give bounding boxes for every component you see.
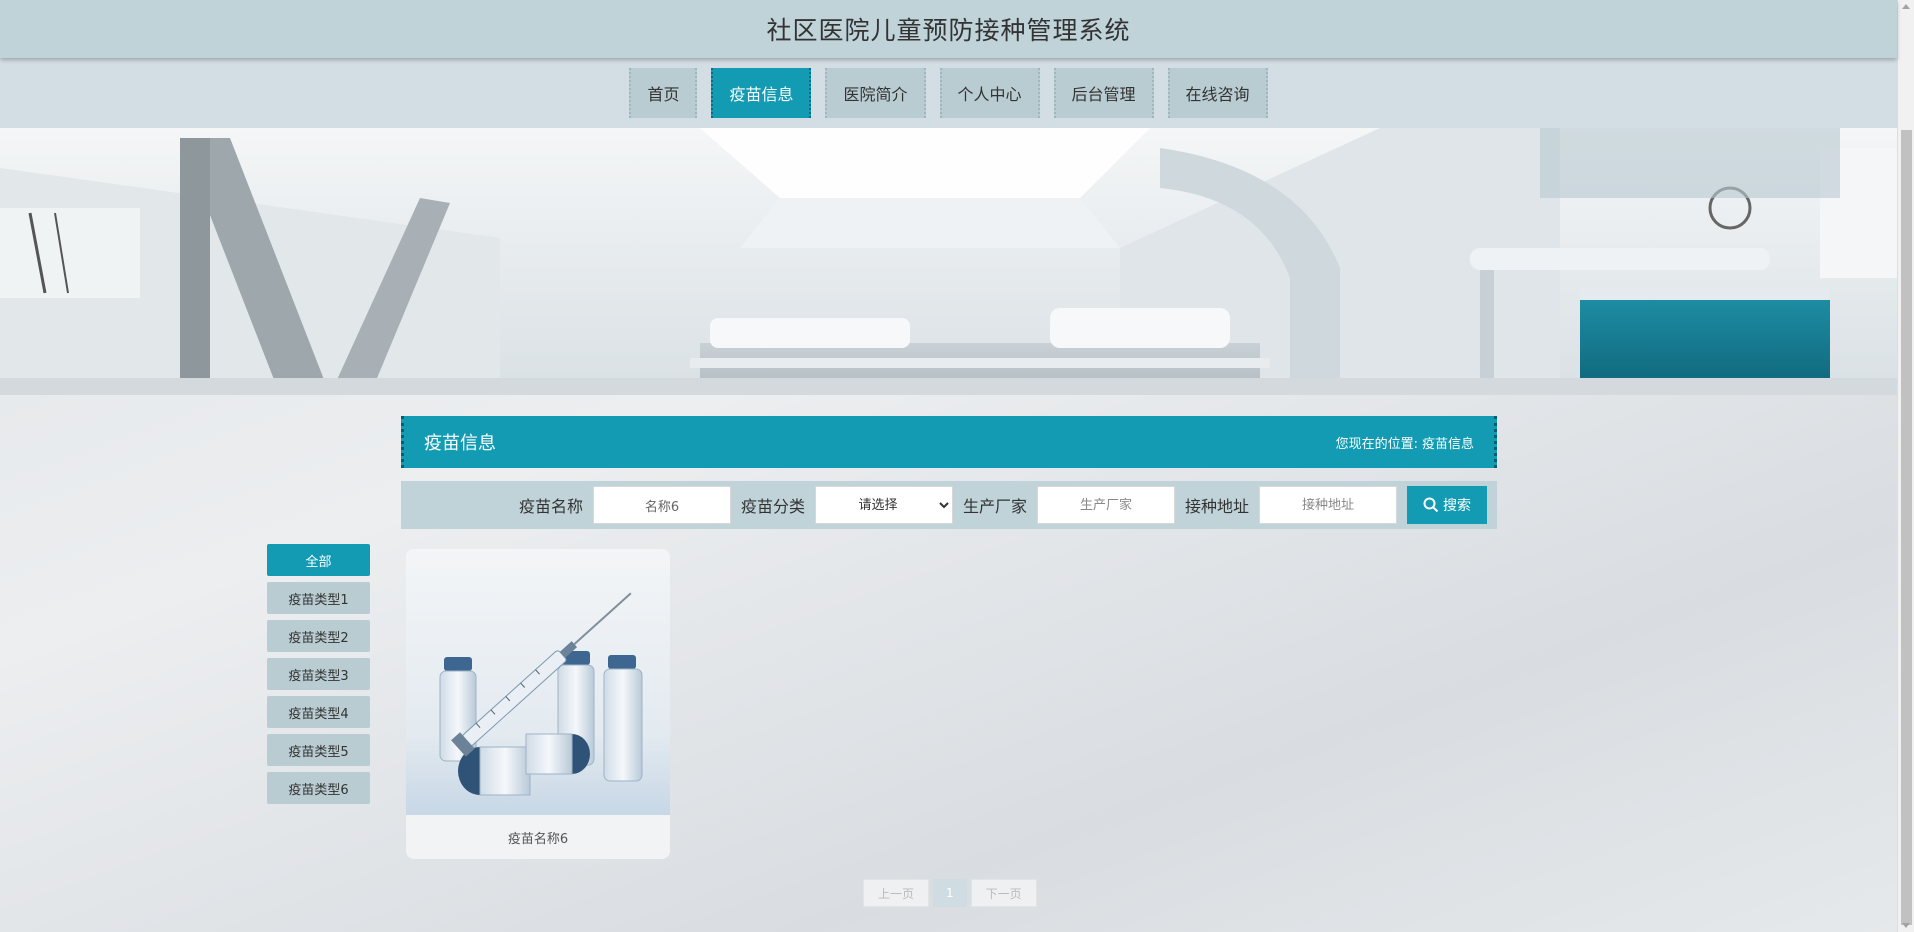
category-list: 全部 疫苗类型1 疫苗类型2 疫苗类型3 疫苗类型4 疫苗类型5 疫苗类型6 <box>267 544 370 804</box>
main-nav: 首页 疫苗信息 医院简介 个人中心 后台管理 在线咨询 <box>0 58 1897 128</box>
page-number-button[interactable]: 1 <box>933 879 967 907</box>
scroll-down-icon[interactable] <box>1902 923 1910 928</box>
vertical-scrollbar[interactable] <box>1897 0 1914 932</box>
vaccine-name-input[interactable] <box>592 486 731 524</box>
banner-image <box>0 128 1897 395</box>
address-label: 接种地址 <box>1184 497 1249 516</box>
prev-page-button[interactable]: 上一页 <box>863 879 930 907</box>
manufacturer-label: 生产厂家 <box>962 497 1027 516</box>
nav-item-vaccine-info[interactable]: 疫苗信息 <box>711 68 812 118</box>
vaccine-name-label: 疫苗名称 <box>518 497 583 516</box>
product-card[interactable]: 疫苗名称6 <box>406 549 670 859</box>
nav-item-online-consult[interactable]: 在线咨询 <box>1167 68 1268 118</box>
vaccine-category-select[interactable]: 请选择 <box>814 486 953 524</box>
search-button[interactable]: 搜索 <box>1407 486 1487 524</box>
product-name[interactable]: 疫苗名称6 <box>406 815 670 859</box>
operating-room-illustration <box>0 128 1897 395</box>
category-item-type4[interactable]: 疫苗类型4 <box>267 696 370 728</box>
section-title: 疫苗信息 <box>424 433 496 454</box>
breadcrumb: 您现在的位置: 疫苗信息 <box>1336 433 1474 452</box>
site-title: 社区医院儿童预防接种管理系统 <box>766 16 1131 45</box>
section-header: 疫苗信息 您现在的位置: 疫苗信息 <box>401 416 1497 468</box>
breadcrumb-current[interactable]: 疫苗信息 <box>1422 433 1474 452</box>
nav-item-hospital-intro[interactable]: 医院简介 <box>825 68 926 118</box>
vaccine-vials-syringe-image <box>406 549 670 815</box>
pagination: 上一页 1 下一页 <box>863 879 1037 907</box>
next-page-button[interactable]: 下一页 <box>970 879 1037 907</box>
vaccine-category-label: 疫苗分类 <box>740 497 805 516</box>
scroll-up-icon[interactable] <box>1902 4 1910 9</box>
scrollbar-thumb[interactable] <box>1901 130 1912 925</box>
nav-item-home[interactable]: 首页 <box>629 68 698 118</box>
search-bar: 疫苗名称 疫苗分类 请选择 生产厂家 接种地址 搜索 <box>401 481 1497 529</box>
site-header: 社区医院儿童预防接种管理系统 <box>0 0 1897 58</box>
nav-item-admin[interactable]: 后台管理 <box>1053 68 1154 118</box>
category-item-type1[interactable]: 疫苗类型1 <box>267 582 370 614</box>
nav-item-personal-center[interactable]: 个人中心 <box>939 68 1040 118</box>
category-item-type5[interactable]: 疫苗类型5 <box>267 734 370 766</box>
breadcrumb-prefix: 您现在的位置: <box>1335 436 1418 452</box>
address-input[interactable] <box>1259 486 1397 524</box>
manufacturer-input[interactable] <box>1036 486 1175 524</box>
category-item-type6[interactable]: 疫苗类型6 <box>267 772 370 804</box>
category-item-type2[interactable]: 疫苗类型2 <box>267 620 370 652</box>
category-item-all[interactable]: 全部 <box>267 544 370 576</box>
search-icon <box>1423 497 1439 513</box>
category-item-type3[interactable]: 疫苗类型3 <box>267 658 370 690</box>
search-button-label: 搜索 <box>1443 498 1471 514</box>
